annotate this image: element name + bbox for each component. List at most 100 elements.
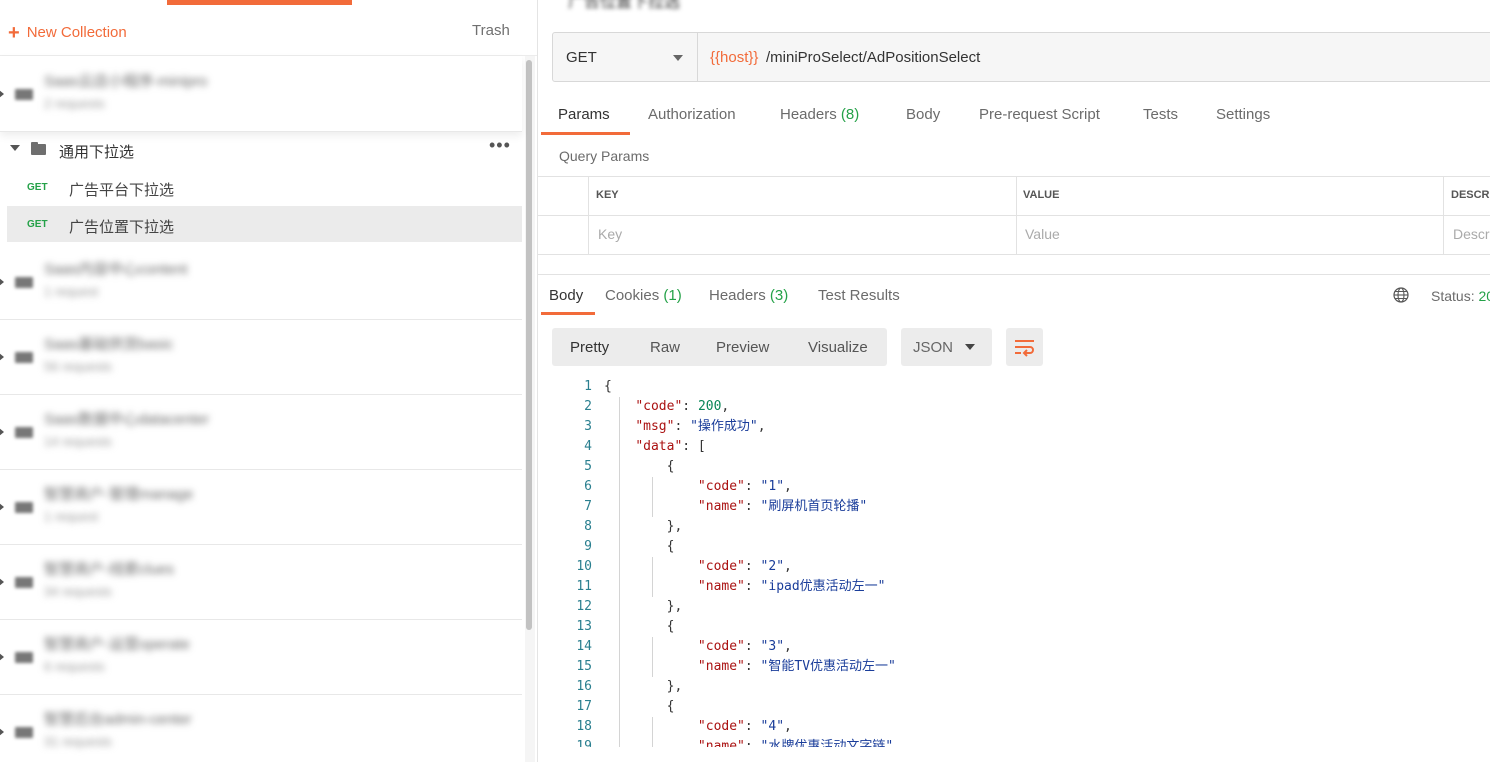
globe-icon[interactable] <box>1393 287 1409 303</box>
collection-icon <box>15 501 33 513</box>
description-input[interactable]: Descr <box>1453 226 1490 242</box>
code-text: "msg": "操作成功", <box>635 419 766 434</box>
line-number: 14 <box>576 639 592 654</box>
folder-row[interactable]: 通用下拉选 ••• <box>0 131 522 167</box>
caret-right-icon[interactable] <box>0 502 4 511</box>
caret-right-icon[interactable] <box>0 89 4 98</box>
code-line: 15 "name": "智能TV优惠活动左一" <box>552 657 1490 677</box>
collection-count: 31 requests <box>44 733 112 749</box>
collection-name: 智慧商户-线索clues <box>44 560 175 578</box>
tab-params[interactable]: Params <box>558 106 610 123</box>
caret-right-icon[interactable] <box>0 427 4 436</box>
code-text: { <box>604 619 675 634</box>
code-line: 14 "code": "3", <box>552 637 1490 657</box>
pretty-button[interactable]: Pretty <box>570 339 609 356</box>
code-text: }, <box>604 599 683 614</box>
new-collection-button[interactable]: + New Collection <box>8 22 127 45</box>
code-text: "code": "4", <box>697 719 792 734</box>
code-text: "code": "1", <box>697 479 792 494</box>
code-line: 3 "msg": "操作成功", <box>552 417 1490 437</box>
collection-icon <box>15 351 33 363</box>
wrap-lines-icon <box>1015 340 1034 357</box>
caret-right-icon[interactable] <box>0 577 4 586</box>
tab-test-results[interactable]: Test Results <box>818 287 900 304</box>
collection-icon <box>15 426 33 438</box>
caret-right-icon[interactable] <box>0 352 4 361</box>
collection-icon <box>15 726 33 738</box>
caret-right-icon[interactable] <box>0 652 4 661</box>
url-input[interactable]: {{host}} /miniProSelect/AdPositionSelect <box>698 33 1490 81</box>
column-description: DESCR <box>1451 189 1490 201</box>
request-item[interactable]: GET 广告平台下拉选 <box>7 169 522 205</box>
format-select[interactable]: JSON <box>901 328 992 366</box>
collection-item[interactable]: 智慧商户-线索clues 34 requests <box>0 544 522 620</box>
collection-name: Saas云店小程序-minipro <box>44 72 208 90</box>
collection-icon <box>15 576 33 588</box>
tab-response-headers[interactable]: Headers (3) <box>709 287 788 304</box>
collection-item[interactable]: 智慧商户-管理manage 1 request <box>0 469 522 545</box>
code-line: 8 }, <box>552 517 1490 537</box>
code-text: "name": "水牌优惠活动文字链" <box>697 739 894 747</box>
tab-tests[interactable]: Tests <box>1143 106 1178 123</box>
more-options-icon[interactable]: ••• <box>489 135 511 156</box>
code-line: 6 "code": "1", <box>552 477 1490 497</box>
collection-count: 2 requests <box>44 95 105 111</box>
tab-pre-request-script[interactable]: Pre-request Script <box>979 106 1100 123</box>
chevron-down-icon <box>965 344 975 350</box>
line-number: 13 <box>576 619 592 634</box>
line-number: 1 <box>584 379 592 394</box>
tab-response-body[interactable]: Body <box>549 287 583 304</box>
chevron-down-icon <box>673 55 683 61</box>
raw-button[interactable]: Raw <box>650 339 680 356</box>
tab-headers[interactable]: Headers (8) <box>780 106 859 123</box>
params-table: KEY VALUE DESCR Key Value Descr <box>538 176 1490 255</box>
code-line: 17 { <box>552 697 1490 717</box>
collection-icon <box>15 651 33 663</box>
line-number: 11 <box>576 579 592 594</box>
collection-item[interactable]: Saas云店小程序-minipro 2 requests <box>0 56 522 132</box>
value-input[interactable]: Value <box>1025 226 1060 242</box>
caret-right-icon[interactable] <box>0 727 4 736</box>
tab-authorization[interactable]: Authorization <box>648 106 736 123</box>
tab-cookies[interactable]: Cookies (1) <box>605 287 682 304</box>
request-item-selected[interactable]: GET 广告位置下拉选 <box>7 206 522 242</box>
collection-item[interactable]: 智慧商户-运营operate 6 requests <box>0 619 522 695</box>
code-line: 1{ <box>552 377 1490 397</box>
tab-settings[interactable]: Settings <box>1216 106 1270 123</box>
caret-right-icon[interactable] <box>0 277 4 286</box>
status-value: 20 <box>1478 288 1490 304</box>
url-variable: {{host}} <box>710 49 759 66</box>
response-divider[interactable] <box>538 274 1490 275</box>
tab-body[interactable]: Body <box>906 106 940 123</box>
code-line: 11 "name": "ipad优惠活动左一" <box>552 577 1490 597</box>
preview-button[interactable]: Preview <box>716 339 769 356</box>
request-name: 广告位置下拉选 <box>69 218 175 236</box>
trash-link[interactable]: Trash <box>472 22 510 39</box>
scrollbar-thumb[interactable] <box>526 60 532 630</box>
collection-item[interactable]: Saas基础供货basic 56 requests <box>0 319 522 395</box>
code-text: "name": "ipad优惠活动左一" <box>697 579 886 594</box>
code-text: "code": 200, <box>635 399 730 414</box>
code-text: }, <box>604 679 683 694</box>
collection-item[interactable]: Saas内容中心content 1 request <box>0 244 522 320</box>
collection-count: 56 requests <box>44 358 112 374</box>
collection-count: 34 requests <box>44 583 112 599</box>
visualize-button[interactable]: Visualize <box>808 339 868 356</box>
collection-item[interactable]: Saas数据中心datacenter 14 requests <box>0 394 522 470</box>
params-table-header <box>538 177 1490 216</box>
collection-name: 智慧商户-管理manage <box>44 485 194 503</box>
collection-item[interactable]: 智慧后台admin-center 31 requests <box>0 694 522 762</box>
response-body-editor[interactable]: 1{2 "code": 200, 3 "msg": "操作成功", 4 "data"… <box>552 377 1490 747</box>
code-line: 13 { <box>552 617 1490 637</box>
line-number: 3 <box>584 419 592 434</box>
code-text: { <box>604 379 612 394</box>
key-input[interactable]: Key <box>598 226 622 242</box>
caret-down-icon[interactable] <box>10 145 20 151</box>
query-params-label: Query Params <box>559 148 650 164</box>
line-number: 17 <box>576 699 592 714</box>
collection-icon <box>15 276 33 288</box>
wrap-lines-button[interactable] <box>1006 328 1043 366</box>
method-select[interactable]: GET <box>553 33 698 81</box>
sidebar-header: + New Collection Trash <box>0 5 537 56</box>
line-number: 4 <box>584 439 592 454</box>
